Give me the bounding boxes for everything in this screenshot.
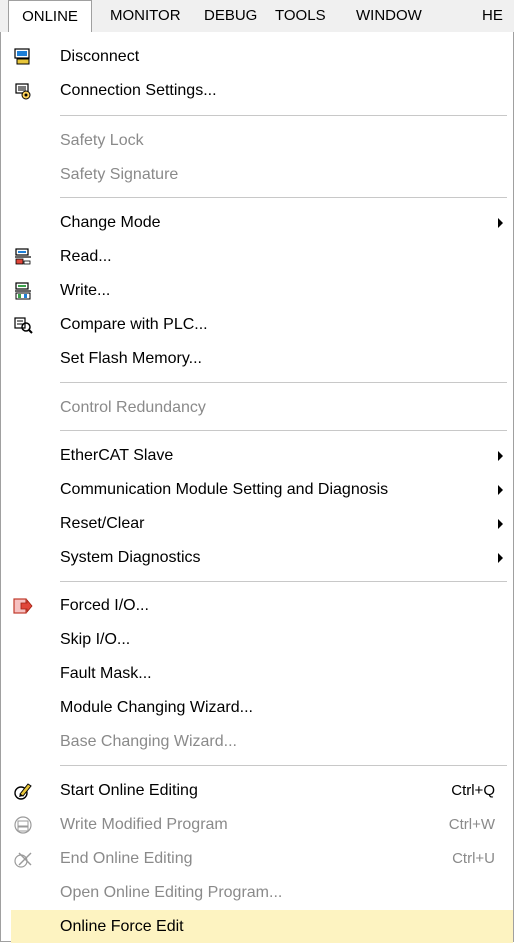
submenu-arrow-icon <box>498 218 503 228</box>
menu-separator <box>60 581 507 582</box>
menu-item-safety-lock[interactable]: Safety Lock <box>1 124 513 157</box>
submenu-arrow-icon <box>498 451 503 461</box>
write-to-plc-icon <box>15 282 31 300</box>
network-disconnect-icon <box>14 48 30 65</box>
submenu-arrow-icon <box>498 519 503 529</box>
pencil-edit-icon <box>14 783 32 800</box>
menu-item-label: Write... <box>60 282 111 299</box>
menu-item-system-diagnostics[interactable]: System Diagnostics <box>1 541 513 574</box>
menu-item-shortcut: Ctrl+U <box>452 850 495 867</box>
menu-online[interactable]: ONLINE <box>8 0 92 33</box>
menu-item-forced-io[interactable]: Forced I/O... <box>1 589 513 622</box>
menu-item-module-changing-wizard[interactable]: Module Changing Wizard... <box>1 691 513 724</box>
menu-item-label: Compare with PLC... <box>60 316 208 333</box>
menu-item-open-online-editing-program[interactable]: Open Online Editing Program... <box>1 876 513 909</box>
menu-item-read[interactable]: Read... <box>1 240 513 273</box>
menu-item-shortcut: Ctrl+W <box>448 816 495 833</box>
menu-item-label: Disconnect <box>60 48 140 65</box>
submenu-arrow-icon <box>498 485 503 495</box>
menu-item-label: Forced I/O... <box>60 597 149 614</box>
menu-separator <box>60 765 507 766</box>
end-editing-icon <box>14 852 32 868</box>
menu-item-label: Online Force Edit <box>60 918 184 935</box>
menu-item-write-modified-program[interactable]: Write Modified Program Ctrl+W <box>1 808 513 841</box>
menu-item-label: Safety Signature <box>60 166 179 183</box>
menu-item-reset-clear[interactable]: Reset/Clear <box>1 507 513 540</box>
menu-item-shortcut: Ctrl+Q <box>451 782 495 799</box>
menu-separator <box>60 382 507 383</box>
menu-separator <box>60 115 507 116</box>
menu-item-label: Control Redundancy <box>60 399 206 416</box>
menu-separator <box>60 197 507 198</box>
menu-item-label: Write Modified Program <box>60 816 228 833</box>
menu-item-control-redundancy[interactable]: Control Redundancy <box>1 391 513 424</box>
menu-item-label: Start Online Editing <box>60 782 198 799</box>
menu-item-label: Module Changing Wizard... <box>60 699 253 716</box>
menu-item-base-changing-wizard[interactable]: Base Changing Wizard... <box>1 725 513 758</box>
menu-item-label: Base Changing Wizard... <box>60 733 237 750</box>
menu-item-label: End Online Editing <box>60 850 193 867</box>
menu-item-safety-signature[interactable]: Safety Signature <box>1 158 513 191</box>
menu-item-label: Skip I/O... <box>60 631 131 648</box>
menu-item-ethercat-slave[interactable]: EtherCAT Slave <box>1 439 513 472</box>
connection-settings-icon <box>15 83 31 100</box>
write-modified-icon <box>14 816 32 834</box>
menu-item-online-force-edit[interactable]: Online Force Edit <box>11 910 513 943</box>
menu-item-connection-settings[interactable]: Connection Settings... <box>1 74 513 107</box>
menu-item-label: Set Flash Memory... <box>60 350 202 367</box>
menu-window[interactable]: WINDOW <box>356 0 422 32</box>
menu-item-fault-mask[interactable]: Fault Mask... <box>1 657 513 690</box>
read-from-plc-icon <box>15 248 31 265</box>
menu-item-write[interactable]: Write... <box>1 274 513 307</box>
menu-debug[interactable]: DEBUG <box>204 0 257 32</box>
menu-bar: ONLINE MONITOR DEBUG TOOLS WINDOW HE <box>0 0 514 33</box>
menu-item-label: Open Online Editing Program... <box>60 884 283 901</box>
menu-item-label: Reset/Clear <box>60 515 145 532</box>
menu-item-comm-module[interactable]: Communication Module Setting and Diagnos… <box>1 473 513 506</box>
menu-tools[interactable]: TOOLS <box>275 0 326 32</box>
menu-separator <box>60 430 507 431</box>
menu-item-disconnect[interactable]: Disconnect <box>1 40 513 73</box>
menu-item-compare-with-plc[interactable]: Compare with PLC... <box>1 308 513 341</box>
menu-item-change-mode[interactable]: Change Mode <box>1 206 513 239</box>
menu-item-start-online-editing[interactable]: Start Online Editing Ctrl+Q <box>1 774 513 807</box>
menu-item-label: Fault Mask... <box>60 665 152 682</box>
menu-item-label: System Diagnostics <box>60 549 201 566</box>
menu-item-label: EtherCAT Slave <box>60 447 174 464</box>
menu-item-label: Change Mode <box>60 214 161 231</box>
online-dropdown-menu: Disconnect Connection Settings... Safety… <box>0 32 514 943</box>
menu-item-label: Connection Settings... <box>60 82 217 99</box>
menu-item-label: Safety Lock <box>60 132 144 149</box>
compare-icon <box>14 317 33 334</box>
menu-monitor[interactable]: MONITOR <box>110 0 181 32</box>
menu-help[interactable]: HE <box>482 0 503 32</box>
menu-item-label: Communication Module Setting and Diagnos… <box>60 481 389 498</box>
menu-item-end-online-editing[interactable]: End Online Editing Ctrl+U <box>1 842 513 875</box>
submenu-arrow-icon <box>498 553 503 563</box>
menu-item-set-flash-memory[interactable]: Set Flash Memory... <box>1 342 513 375</box>
menu-item-skip-io[interactable]: Skip I/O... <box>1 623 513 656</box>
menu-item-label: Read... <box>60 248 112 265</box>
forced-io-icon <box>13 598 33 614</box>
